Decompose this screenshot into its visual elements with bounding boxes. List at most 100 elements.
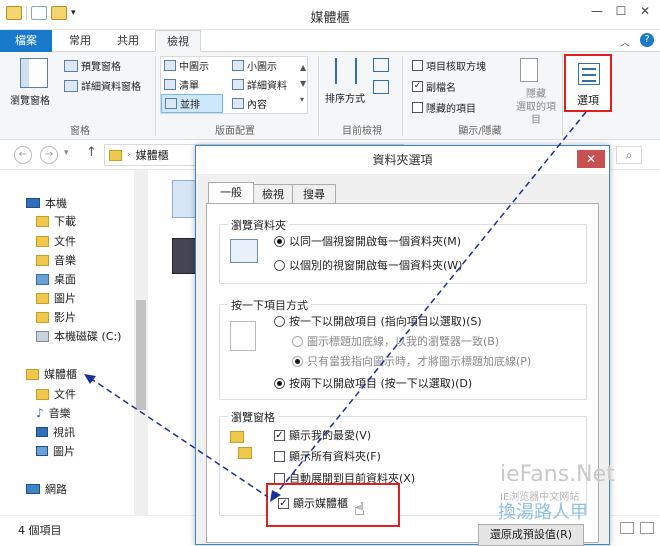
sidebar-item-label: 下載: [54, 215, 76, 228]
radio-single-click[interactable]: [274, 315, 285, 327]
browse-separate-window-option[interactable]: 以個別的視窗開啟每一個資料夾(W): [274, 257, 462, 273]
forward-button[interactable]: →: [40, 146, 58, 164]
details-view-icon[interactable]: [620, 522, 634, 534]
layout-content[interactable]: 內容: [232, 96, 267, 111]
minimize-button[interactable]: —: [586, 4, 608, 22]
watermark-logo: ieFans.Net: [500, 462, 615, 487]
item-checkboxes-toggle[interactable]: 項目核取方塊: [412, 58, 486, 73]
option-label: 顯示所有資料夾(F): [289, 450, 381, 463]
item-checkboxes-checkbox[interactable]: [412, 60, 423, 71]
maximize-button[interactable]: ☐: [610, 4, 632, 22]
tab-home[interactable]: 常用: [58, 30, 102, 52]
single-click-option[interactable]: 按一下以開啟項目 (指向項目以選取)(S): [274, 313, 482, 329]
search-icon[interactable]: ⌕: [616, 146, 642, 164]
layout-list[interactable]: 清單: [164, 77, 199, 92]
layout-details[interactable]: 詳細資料: [232, 77, 287, 92]
sidebar-item-lib-documents[interactable]: 文件: [36, 386, 76, 402]
sidebar-item-downloads[interactable]: 下載: [36, 213, 76, 229]
preview-pane-label: 預覽窗格: [81, 62, 121, 73]
sidebar-item-lib-music[interactable]: ♪ 音樂: [36, 405, 71, 421]
downloads-folder-icon: [36, 215, 49, 227]
layout-tiles[interactable]: 並排: [161, 94, 223, 113]
sidebar-item-network[interactable]: 網路: [26, 481, 67, 497]
preview-pane-button[interactable]: 預覽窗格: [64, 58, 121, 73]
add-columns-icon[interactable]: [373, 80, 389, 94]
help-icon[interactable]: ?: [640, 33, 654, 47]
hidden-items-checkbox[interactable]: [412, 102, 423, 113]
pictures-folder-icon: [36, 292, 49, 304]
back-button[interactable]: ←: [14, 146, 32, 164]
drive-icon: [36, 330, 49, 342]
sort-by-icon[interactable]: [335, 58, 357, 84]
group-label-show-hide: 顯示/隱藏: [458, 126, 502, 137]
hidden-items-toggle[interactable]: 隱藏的項目: [412, 100, 476, 115]
layout-scroll-icon[interactable]: ▲ ▼ ▾: [300, 60, 306, 108]
sidebar-item-lib-videos[interactable]: 視訊: [36, 424, 75, 440]
tab-file[interactable]: 檔案: [0, 30, 52, 52]
browse-folders-legend: 瀏覽資料夾: [228, 217, 289, 233]
close-button[interactable]: ✕: [634, 4, 656, 22]
show-libraries-option[interactable]: ✓ 顯示媒體櫃: [278, 495, 348, 511]
sidebar-item-label: 桌面: [54, 273, 76, 286]
group-by-icon[interactable]: [373, 58, 389, 72]
show-all-folders-option[interactable]: 顯示所有資料夾(F): [274, 448, 381, 464]
sidebar-scrollbar[interactable]: [134, 170, 148, 515]
sidebar-item-videos[interactable]: 影片: [36, 309, 76, 325]
tab-view[interactable]: 檢視: [155, 30, 201, 52]
tab-share[interactable]: 共用: [106, 30, 150, 52]
breadcrumb[interactable]: 媒體櫃: [136, 147, 169, 163]
radio-same-window[interactable]: [274, 235, 285, 247]
sidebar-item-documents[interactable]: 文件: [36, 233, 76, 249]
hidden-items-label: 隱藏的項目: [426, 104, 476, 115]
network-icon: [26, 484, 40, 494]
tab-search[interactable]: 搜尋: [292, 184, 336, 204]
layout-small-icons[interactable]: 小圖示: [232, 58, 277, 73]
sidebar-item-music[interactable]: 音樂: [36, 252, 76, 268]
content-label: 內容: [247, 100, 267, 111]
documents-library-icon: [36, 388, 49, 400]
sidebar-item-desktop[interactable]: 桌面: [36, 271, 76, 287]
hide-selected-icon[interactable]: [520, 58, 538, 82]
underline-on-point-option[interactable]: 只有當我指向圖示時，才將圖示標題加底線(P): [292, 353, 531, 369]
sidebar-item-this-pc[interactable]: 本機: [26, 195, 67, 211]
breadcrumb-chevron-icon[interactable]: ›: [127, 150, 131, 160]
underline-consistent-option[interactable]: 圖示標題加底線，以我的瀏覽器一致(B): [292, 333, 499, 349]
sidebar-item-pictures[interactable]: 圖片: [36, 290, 76, 306]
radio-underline-on-point[interactable]: [292, 355, 303, 367]
radio-double-click[interactable]: [274, 377, 285, 389]
ribbon-tabs: 檔案 常用 共用 檢視 ︿ ?: [0, 30, 660, 52]
browse-same-window-option[interactable]: 以同一個視窗開啟每一個資料夾(M): [274, 233, 461, 249]
list-icon: [164, 79, 176, 90]
large-icons-view-icon[interactable]: [640, 522, 654, 534]
show-favorites-option[interactable]: ✓ 顯示我的最愛(V): [274, 427, 371, 443]
dialog-close-button[interactable]: ✕: [577, 150, 605, 168]
up-arrow-icon[interactable]: ↑: [86, 145, 97, 160]
collapse-ribbon-icon[interactable]: ︿: [620, 34, 630, 49]
navigation-pane-label: 瀏覽窗格: [10, 96, 50, 107]
checkbox-auto-expand[interactable]: [274, 472, 285, 484]
extensions-toggle[interactable]: ✓ 副檔名: [412, 79, 456, 94]
radio-separate-window[interactable]: [274, 259, 285, 271]
tab-general[interactable]: 一般: [208, 182, 254, 204]
sidebar-item-local-disk[interactable]: 本機磁碟 (C:): [36, 328, 121, 344]
checkbox-show-libraries[interactable]: ✓: [278, 497, 289, 509]
navigation-pane-icon[interactable]: [20, 58, 48, 88]
hide-selected-label: 隱藏: [526, 89, 546, 100]
checkbox-show-favorites[interactable]: ✓: [274, 429, 285, 441]
double-click-option[interactable]: 按兩下以開啟項目 (按一下以選取)(D): [274, 375, 472, 391]
scrollbar-thumb[interactable]: [136, 300, 146, 410]
restore-defaults-button[interactable]: 還原成預設值(R): [478, 524, 584, 546]
sidebar-item-libraries[interactable]: 媒體櫃: [26, 366, 77, 382]
options-button[interactable]: 選項: [564, 54, 612, 112]
recent-locations-icon[interactable]: ▾: [64, 148, 69, 158]
sort-by-button[interactable]: 排序方式: [325, 90, 365, 105]
sidebar-item-lib-pictures[interactable]: 圖片: [36, 443, 75, 459]
extensions-checkbox[interactable]: ✓: [412, 81, 423, 92]
music-note-icon: ♪: [36, 406, 44, 420]
radio-underline-consistent[interactable]: [292, 335, 303, 347]
checkbox-show-all-folders[interactable]: [274, 450, 285, 462]
tab-view[interactable]: 檢視: [253, 184, 293, 204]
layout-medium-icons[interactable]: 中圖示: [164, 58, 209, 73]
details-pane-button[interactable]: 詳細資料窗格: [64, 78, 141, 93]
navigation-pane-button[interactable]: 瀏覽窗格: [10, 92, 50, 107]
